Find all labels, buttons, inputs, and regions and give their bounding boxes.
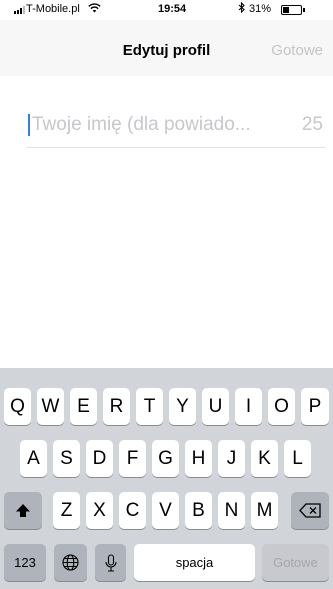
- key-q[interactable]: Q: [4, 388, 31, 425]
- battery-icon: [281, 5, 305, 15]
- key-r[interactable]: R: [103, 388, 130, 425]
- key-n[interactable]: N: [218, 492, 245, 529]
- name-input-placeholder: Twoje imię (dla powiado...: [32, 114, 251, 135]
- return-key[interactable]: Gotowe: [262, 544, 329, 581]
- key-u[interactable]: U: [202, 388, 229, 425]
- battery-percentage: 31%: [249, 3, 272, 15]
- key-o[interactable]: O: [268, 388, 295, 425]
- key-d[interactable]: D: [86, 440, 113, 477]
- name-input-field[interactable]: Twoje imię (dla powiado... 25: [26, 101, 326, 148]
- bluetooth-icon: [238, 1, 245, 16]
- key-v[interactable]: V: [152, 492, 179, 529]
- key-b[interactable]: B: [185, 492, 212, 529]
- key-a[interactable]: A: [20, 440, 47, 477]
- keyboard: Q W E R T Y U I O P A S D F G H J K L Z …: [0, 368, 333, 589]
- key-l[interactable]: L: [284, 440, 311, 477]
- key-e[interactable]: E: [70, 388, 97, 425]
- character-counter: 25: [301, 114, 323, 135]
- key-x[interactable]: X: [86, 492, 113, 529]
- backspace-icon: [299, 503, 321, 518]
- shift-icon: [16, 503, 30, 517]
- key-y[interactable]: Y: [169, 388, 196, 425]
- done-button[interactable]: Gotowe: [271, 42, 323, 59]
- key-s[interactable]: S: [53, 440, 80, 477]
- globe-icon: [62, 554, 79, 571]
- carrier-label: T-Mobile.pl: [26, 3, 80, 15]
- space-key[interactable]: spacja: [134, 544, 255, 581]
- key-w[interactable]: W: [37, 388, 64, 425]
- key-k[interactable]: K: [251, 440, 278, 477]
- signal-icon: [14, 6, 25, 14]
- key-h[interactable]: H: [185, 440, 212, 477]
- wifi-icon: [88, 3, 101, 16]
- key-i[interactable]: I: [235, 388, 262, 425]
- key-m[interactable]: M: [251, 492, 278, 529]
- key-g[interactable]: G: [152, 440, 179, 477]
- microphone-icon: [104, 553, 117, 572]
- key-j[interactable]: J: [218, 440, 245, 477]
- text-caret: [28, 114, 30, 136]
- key-t[interactable]: T: [136, 388, 163, 425]
- key-p[interactable]: P: [301, 388, 329, 425]
- numbers-key[interactable]: 123: [4, 544, 46, 581]
- backspace-key[interactable]: [291, 492, 329, 529]
- shift-key[interactable]: [4, 492, 42, 529]
- navigation-bar: Edytuj profil Gotowe: [0, 20, 333, 76]
- globe-key[interactable]: [54, 544, 87, 581]
- key-z[interactable]: Z: [53, 492, 80, 529]
- key-c[interactable]: C: [119, 492, 146, 529]
- dictation-key[interactable]: [95, 544, 126, 581]
- key-f[interactable]: F: [119, 440, 146, 477]
- status-time: 19:54: [158, 3, 187, 15]
- status-bar: T-Mobile.pl 19:54 31%: [0, 0, 333, 20]
